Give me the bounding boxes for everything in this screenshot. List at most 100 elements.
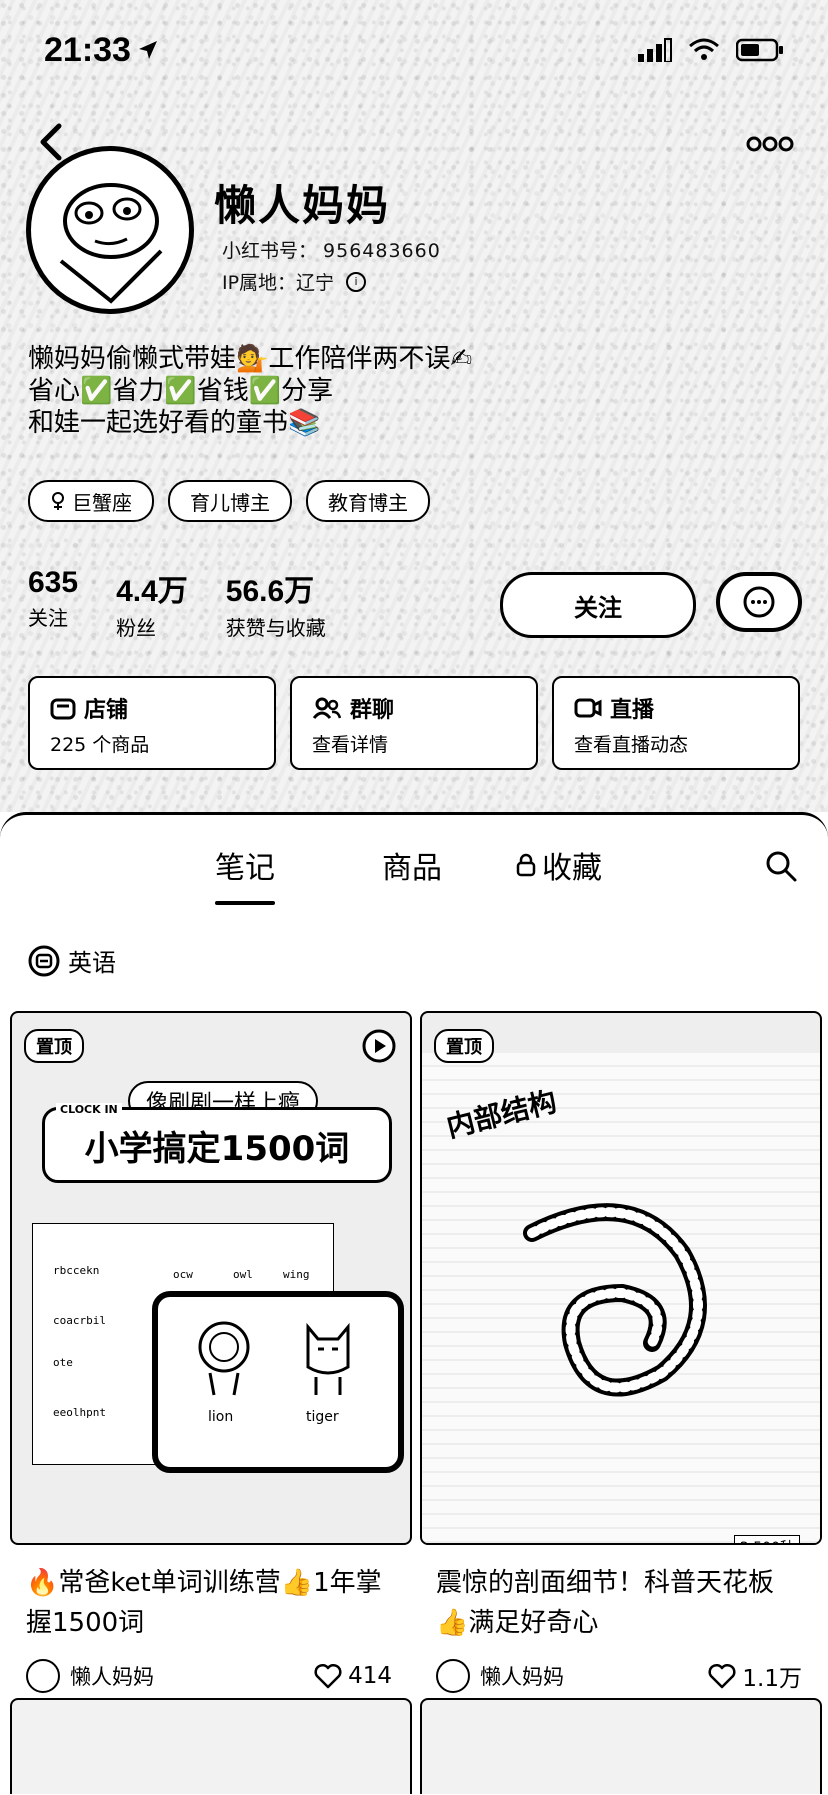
avatar-cartoon-icon: [32, 152, 188, 308]
heart-icon: [314, 1663, 342, 1689]
tablet-word: lion: [208, 1409, 234, 1425]
location-arrow-icon: [138, 41, 157, 59]
tag-label: 巨蟹座: [72, 490, 132, 515]
worksheet-word: ote: [53, 1356, 73, 1369]
search-button[interactable]: [764, 849, 798, 887]
worksheet-word: wing: [283, 1268, 310, 1281]
tab-label: 商品: [382, 851, 442, 886]
snake-illustration-icon: [523, 1203, 707, 1397]
more-dots-icon: [746, 136, 794, 152]
note-meta: 懒人妈妈 1.1万: [436, 1659, 802, 1693]
stat-likes[interactable]: 56.6万 获赞与收藏: [226, 566, 326, 641]
gender-icon: [52, 492, 64, 510]
profile-ip-location: IP属地：辽宁 i: [222, 268, 367, 295]
thumb-clock-label: CLOCK IN: [56, 1103, 122, 1116]
note-title[interactable]: 震惊的剖面细节！科普天花板👍满足好奇心: [436, 1563, 802, 1643]
card-title: 店铺: [84, 698, 129, 723]
status-bar: 21:33: [0, 0, 828, 100]
pinned-badge: 置顶: [434, 1029, 494, 1063]
group-icon: [312, 697, 342, 719]
thumb-label: 2.500种: [733, 1535, 800, 1543]
note-thumbnail[interactable]: rbccekn ocw owl wing coacrbil ote eeolhp…: [10, 1011, 412, 1545]
card-subtitle: 查看详情: [312, 734, 389, 756]
stat-followers[interactable]: 4.4万 粉丝: [116, 566, 188, 641]
wifi-icon: [689, 38, 719, 60]
live-icon: [574, 698, 602, 718]
tab-label: 笔记: [215, 851, 275, 886]
author-name: 懒人妈妈: [480, 1665, 564, 1689]
lion-icon: [198, 1321, 250, 1396]
heart-icon: [708, 1663, 736, 1689]
tablet-image: lion tiger: [152, 1291, 404, 1473]
lock-icon: [516, 853, 536, 877]
status-time: 21:33: [44, 30, 131, 69]
chat-icon: [743, 586, 775, 618]
avatar[interactable]: [26, 146, 194, 314]
collection-filter[interactable]: 英语: [28, 943, 116, 978]
note-title[interactable]: 🔥常爸ket单词训练营👍1年掌握1500词: [26, 1563, 392, 1643]
worksheet-word: coacrbil: [53, 1314, 106, 1327]
profile-id-label: 小红书号：: [222, 240, 318, 262]
content-panel: 笔记 商品 收藏 英语 rbccekn ocw owl wing coacrbi…: [0, 812, 828, 1795]
feature-cards: 店铺 225 个商品 群聊 查看详情 直播 查看直播动态: [28, 676, 800, 770]
card-group-chat[interactable]: 群聊 查看详情: [290, 676, 538, 770]
card-live[interactable]: 直播 查看直播动态: [552, 676, 800, 770]
profile-stats: 635 关注 4.4万 粉丝 56.6万 获赞与收藏: [28, 566, 326, 641]
card-title: 直播: [610, 698, 655, 723]
profile-tags: 巨蟹座 育儿博主 教育博主: [28, 480, 430, 522]
author-avatar: [26, 1659, 60, 1693]
tag-label: 教育博主: [328, 490, 408, 515]
thumb-banner: 小学搞定1500词: [42, 1107, 392, 1183]
search-icon: [766, 851, 797, 882]
like-button[interactable]: 414: [314, 1663, 392, 1689]
like-button[interactable]: 1.1万: [708, 1659, 802, 1693]
bio-line: 懒妈妈偷懒式带娃💁工作陪伴两不误✍: [28, 344, 473, 374]
note-card[interactable]: rbccekn ocw owl wing coacrbil ote eeolhp…: [10, 1011, 412, 1693]
note-thumbnail[interactable]: 2.500种 内部结构 置顶: [420, 1011, 822, 1545]
shop-icon: [50, 698, 76, 720]
folder-icon: [28, 945, 60, 976]
tag-parenting[interactable]: 育儿博主: [168, 480, 292, 522]
note-card[interactable]: 2.500种 内部结构 置顶 震惊的剖面细节！科普天花板👍满足好奇心 懒人妈妈 …: [420, 1011, 822, 1693]
tag-zodiac[interactable]: 巨蟹座: [28, 480, 154, 522]
card-subtitle: 225 个商品: [50, 734, 150, 756]
note-card-partial[interactable]: [420, 1698, 822, 1794]
tablet-word: tiger: [306, 1409, 339, 1425]
stat-label: 粉丝: [116, 616, 157, 640]
card-shop[interactable]: 店铺 225 个商品: [28, 676, 276, 770]
stat-following[interactable]: 635 关注: [28, 566, 78, 641]
message-button[interactable]: [716, 572, 802, 632]
profile-ip-label: IP属地：辽宁: [222, 272, 335, 294]
stat-label: 关注: [28, 606, 68, 630]
profile-id: 小红书号： 956483660: [222, 236, 441, 263]
worksheet-word: eeolhpnt: [53, 1406, 106, 1419]
battery-icon: [736, 38, 783, 62]
follow-button[interactable]: 关注: [500, 572, 696, 638]
tag-education[interactable]: 教育博主: [306, 480, 430, 522]
filter-label: 英语: [68, 949, 116, 977]
tag-label: 育儿博主: [190, 490, 270, 515]
info-icon[interactable]: i: [346, 271, 367, 292]
tab-label: 收藏: [542, 851, 602, 886]
card-subtitle: 查看直播动态: [574, 734, 689, 756]
next-notes-row: [10, 1698, 822, 1794]
like-count: 1.1万: [742, 1666, 802, 1692]
like-count: 414: [348, 1663, 392, 1689]
more-button[interactable]: [742, 124, 798, 164]
note-author[interactable]: 懒人妈妈: [26, 1659, 154, 1693]
tab-collections[interactable]: 收藏: [516, 843, 602, 887]
profile-id-value[interactable]: 956483660: [323, 240, 441, 262]
profile-bio: 懒妈妈偷懒式带娃💁工作陪伴两不误✍ 省心✅省力✅省钱✅分享 和娃一起选好看的童书…: [28, 343, 472, 439]
tab-goods[interactable]: 商品: [382, 843, 442, 887]
stat-number: 635: [28, 566, 79, 599]
stat-number: 4.4万: [116, 575, 188, 608]
author-avatar: [436, 1659, 470, 1693]
bio-line: 省心✅省力✅省钱✅分享: [28, 376, 334, 406]
note-author[interactable]: 懒人妈妈: [436, 1659, 564, 1693]
worksheet-word: rbccekn: [53, 1264, 100, 1277]
card-title: 群聊: [350, 698, 395, 723]
note-card-partial[interactable]: [10, 1698, 412, 1794]
worksheet-word: owl: [233, 1268, 253, 1281]
chevron-left-icon: [40, 123, 62, 161]
tab-notes[interactable]: 笔记: [215, 843, 275, 905]
